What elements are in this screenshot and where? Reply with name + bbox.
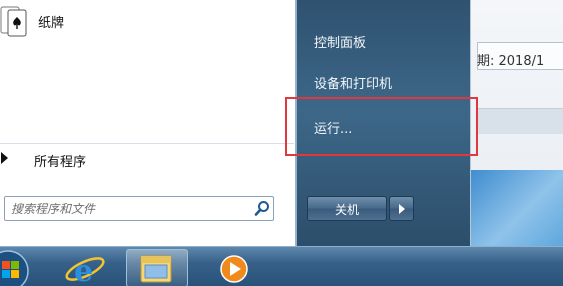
pinned-item-solitaire[interactable]: 纸牌	[0, 0, 294, 44]
shutdown-button[interactable]: 关机	[307, 196, 387, 221]
arrow-right-icon	[399, 204, 405, 214]
solitaire-cards-icon	[0, 6, 27, 37]
taskbar-file-explorer[interactable]	[126, 249, 188, 286]
all-programs-button[interactable]: 所有程序	[0, 146, 294, 172]
search-input[interactable]	[11, 200, 239, 217]
pinned-item-label: 纸牌	[38, 16, 65, 31]
control-panel-item[interactable]: 控制面板	[305, 25, 463, 55]
desktop-wallpaper	[471, 170, 563, 250]
background-strip	[477, 108, 563, 134]
shutdown-label: 关机	[334, 203, 359, 217]
all-programs-label: 所有程序	[34, 155, 87, 170]
control-panel-label: 控制面板	[314, 36, 367, 51]
devices-and-printers-label: 设备和打印机	[314, 77, 393, 92]
folder-icon	[140, 255, 172, 283]
taskbar-media-player[interactable]	[212, 249, 258, 286]
divider	[0, 143, 294, 144]
start-button[interactable]	[0, 249, 32, 286]
svg-text:e: e	[74, 254, 93, 286]
search-box	[4, 196, 274, 221]
taskbar: e	[0, 246, 563, 286]
taskbar-internet-explorer[interactable]: e	[62, 249, 108, 286]
devices-and-printers-item[interactable]: 设备和打印机	[305, 66, 463, 96]
search-icon[interactable]	[254, 200, 270, 217]
ie-icon: e	[65, 254, 105, 286]
highlight-box	[285, 97, 478, 156]
date-text: 期: 2018/1	[477, 54, 545, 69]
shutdown-options-button[interactable]	[389, 196, 414, 221]
windows-orb-icon	[0, 250, 29, 286]
start-menu-left-pane: 纸牌 所有程序	[0, 0, 296, 246]
background-window: 期: 2018/1	[470, 0, 563, 286]
media-player-icon	[220, 255, 248, 283]
arrow-right-icon	[1, 152, 8, 164]
